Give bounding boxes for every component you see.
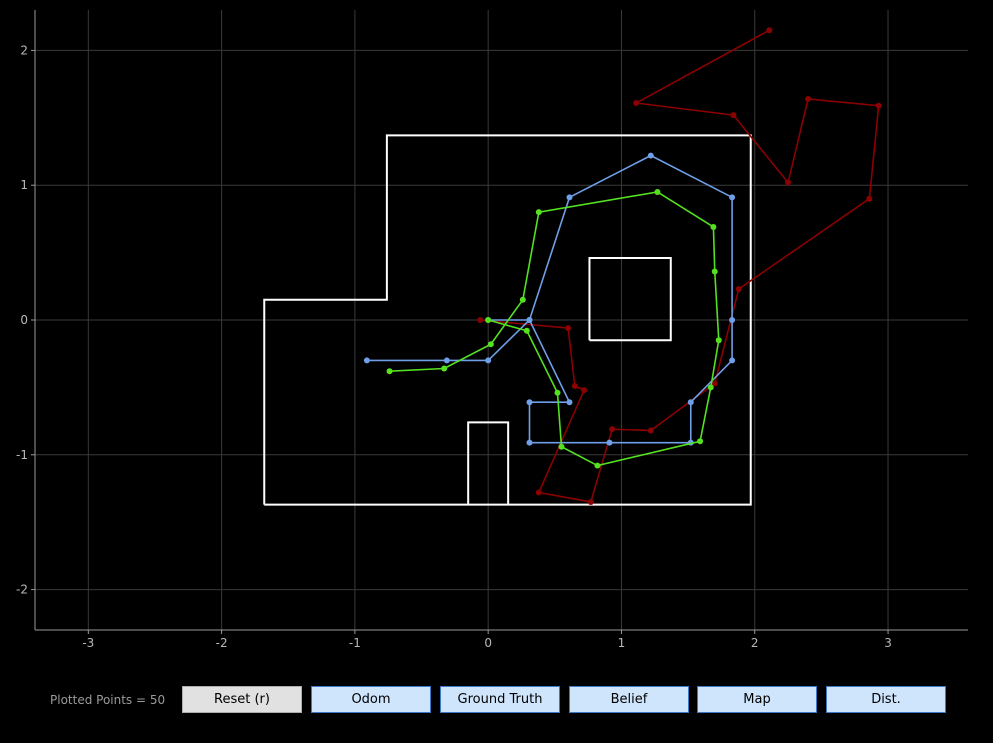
trajectory-point (443, 357, 450, 364)
trajectory-point (571, 383, 578, 390)
y-tick-label: 0 (20, 313, 28, 327)
trajectory-line (366, 154, 733, 444)
x-tick-label: -3 (82, 636, 94, 650)
x-tick-label: -2 (216, 636, 228, 650)
trajectory-point (386, 368, 393, 375)
y-tick-label: -2 (16, 583, 28, 597)
trajectory-point (566, 399, 573, 406)
trajectory-point (805, 95, 812, 102)
trajectory-point (485, 317, 492, 323)
trajectory-point (587, 498, 594, 505)
trajectory-point (729, 317, 736, 323)
trajectory-point (606, 439, 613, 446)
ground-truth-button[interactable]: Ground Truth (440, 686, 560, 713)
trajectory-point (785, 179, 792, 186)
trajectory-line (389, 191, 720, 467)
x-tick-label: 2 (751, 636, 759, 650)
trajectory-point (566, 194, 573, 201)
trajectory-point (715, 337, 722, 344)
y-tick-label: 1 (20, 178, 28, 192)
trajectory-point (535, 489, 542, 496)
map-button[interactable]: Map (697, 686, 817, 713)
x-tick-label: -1 (349, 636, 361, 650)
trajectory-point (647, 427, 654, 434)
trajectory-point (526, 439, 533, 446)
y-tick-label: -1 (16, 448, 28, 462)
y-tick-label: 2 (20, 43, 28, 57)
trajectory-point (441, 365, 448, 372)
trajectory-point (554, 389, 561, 396)
trajectory-point (730, 112, 737, 119)
trajectory-point (729, 194, 736, 201)
odom-button[interactable]: Odom (311, 686, 431, 713)
x-tick-label: 0 (484, 636, 492, 650)
reset-button[interactable]: Reset (r) (182, 686, 302, 713)
trajectory-point (697, 438, 704, 445)
dist-button[interactable]: Dist. (826, 686, 946, 713)
trajectory-point (565, 325, 572, 332)
trajectory-point (581, 387, 588, 394)
trajectory-point (707, 384, 714, 391)
trajectory-line (480, 29, 880, 503)
trajectory-point (477, 317, 484, 323)
trajectory-point (654, 188, 661, 195)
trajectory-point (609, 426, 616, 433)
x-tick-label: 3 (884, 636, 892, 650)
trajectory-point (766, 27, 773, 34)
trajectory-point (523, 327, 530, 334)
trajectory-point (729, 357, 736, 364)
trajectory-point (687, 399, 694, 406)
belief-button[interactable]: Belief (569, 686, 689, 713)
trajectory-point (558, 443, 565, 450)
trajectory-point (485, 357, 492, 364)
trajectory-point (875, 102, 882, 109)
trajectory-point (710, 224, 717, 230)
trajectory-point (526, 317, 533, 323)
trajectory-point (711, 268, 718, 275)
trajectory-point (866, 195, 873, 202)
plotted-points-label: Plotted Points = 50 (50, 693, 166, 707)
trajectory-point (487, 341, 494, 348)
map-wall (588, 257, 672, 342)
trajectory-point (633, 100, 640, 106)
trajectory-point (594, 462, 601, 469)
trajectory-series (363, 27, 882, 505)
x-tick-label: 1 (618, 636, 626, 650)
trajectory-point (363, 357, 370, 364)
trajectory-point (735, 286, 742, 292)
trajectory-point (535, 209, 542, 216)
trajectory-point (519, 296, 526, 303)
trajectory-plot[interactable]: -3 -2 -1 0 1 2 3 2 1 0 -1 -2 (0, 0, 993, 660)
trajectory-point (526, 399, 533, 406)
trajectory-point (647, 152, 654, 159)
